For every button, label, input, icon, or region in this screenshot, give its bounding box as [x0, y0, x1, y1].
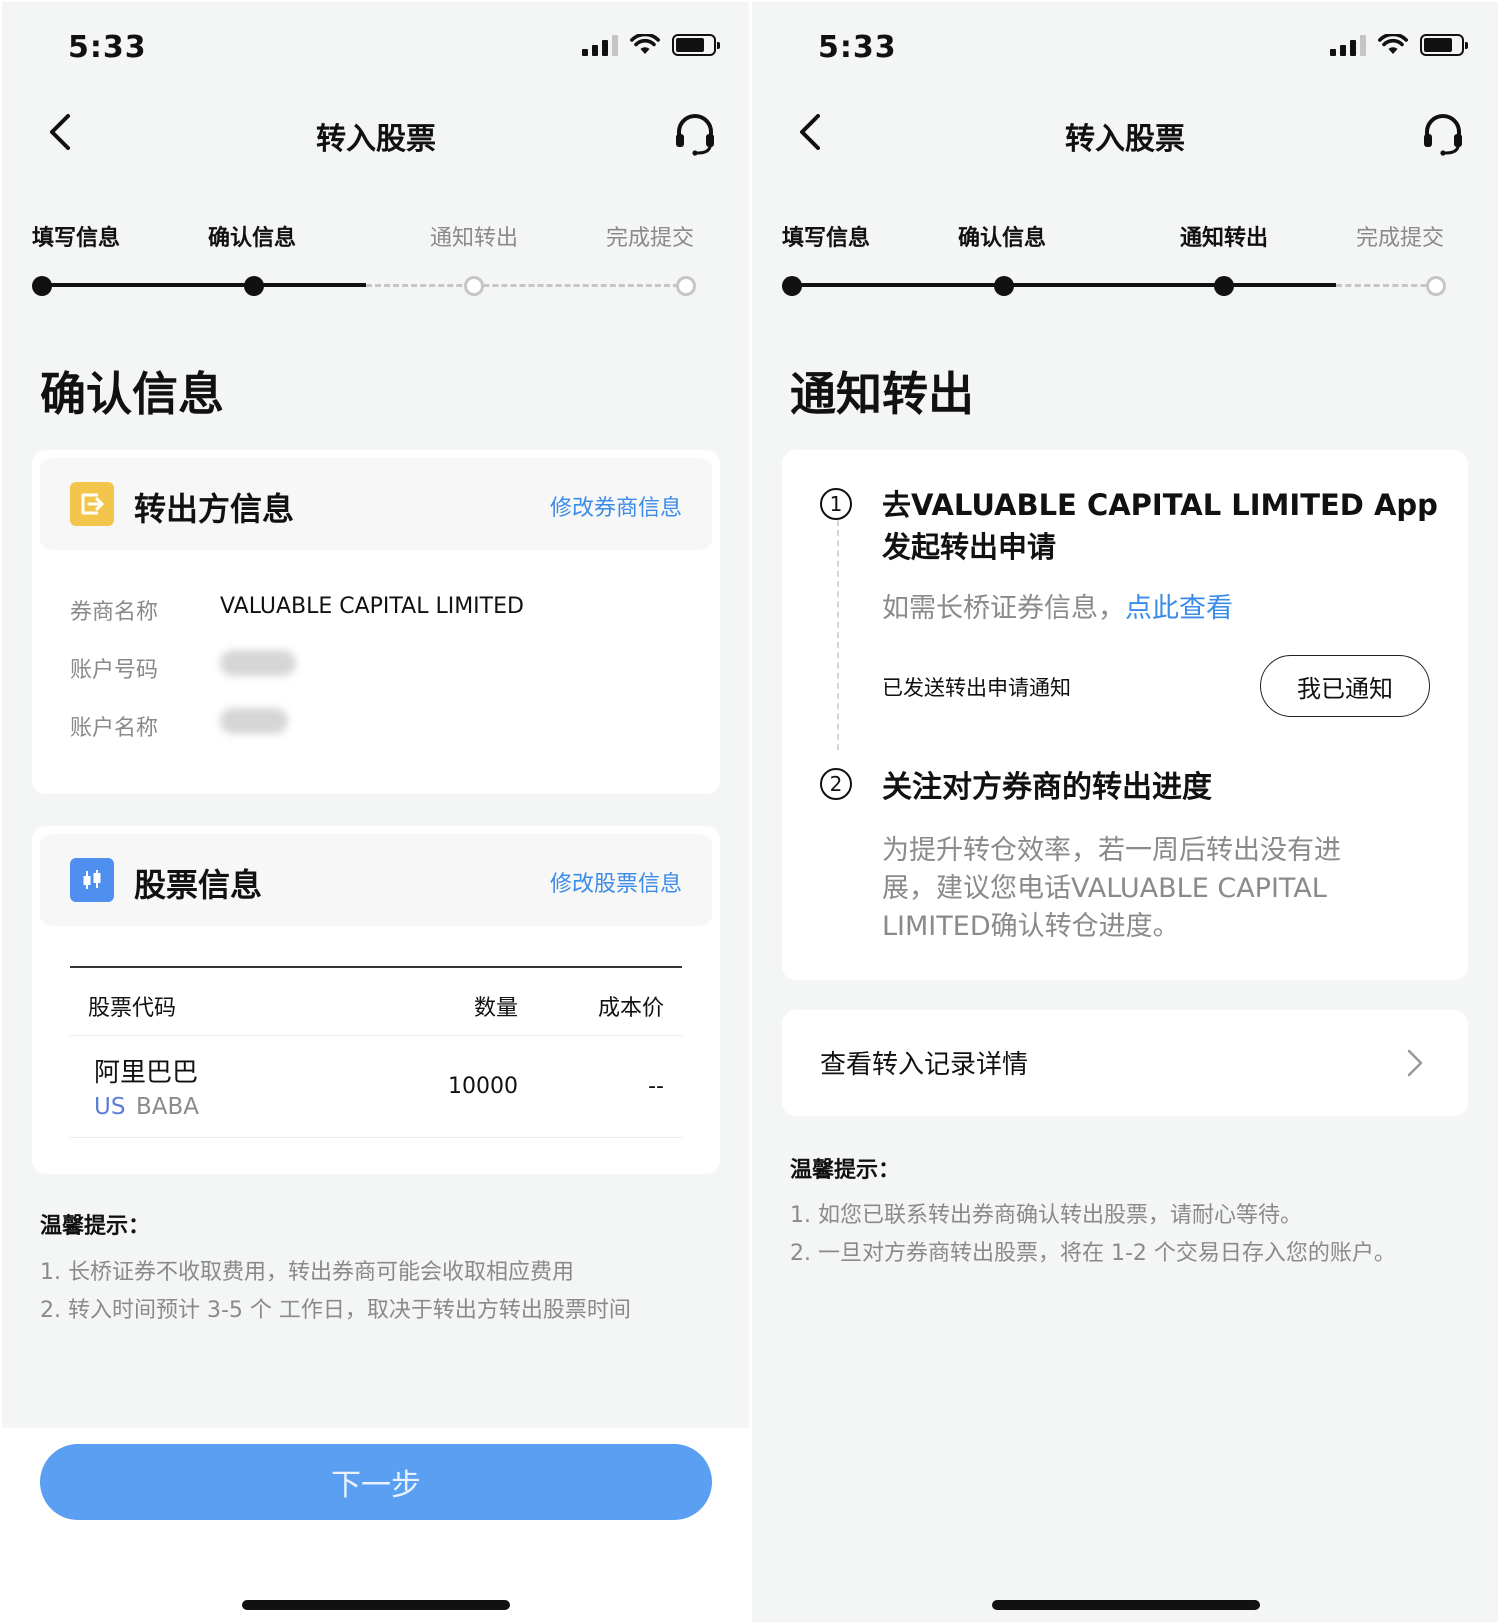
headset-icon[interactable]: [672, 110, 718, 156]
step-2-number: 2: [820, 768, 852, 800]
stock-info-card: 股票信息 修改股票信息 股票代码 数量 成本价 阿里巴巴 US BABA 100…: [32, 826, 720, 1174]
step-2-desc-line1: 为提升转仓效率，若一周后转出没有进: [882, 835, 1341, 866]
progress-dot-3: [464, 276, 484, 296]
table-row[interactable]: 阿里巴巴 US BABA 10000 --: [70, 1036, 682, 1138]
progress-dot-2: [244, 276, 264, 296]
transfer-record-label: 查看转入记录详情: [820, 1050, 1029, 1080]
step-1-hint: 如需长桥证券信息，点此查看: [882, 586, 1233, 625]
step-connector: [837, 520, 839, 750]
step-2-title: 关注对方券商的转出进度: [882, 770, 1212, 805]
wifi-icon: [1378, 34, 1408, 54]
progress-track-pending: [1336, 284, 1436, 287]
signal-icon: [1330, 34, 1366, 56]
tip-item-1: 1. 长桥证券不收取费用，转出券商可能会收取相应费用: [40, 1260, 574, 1285]
stock-table: 股票代码 数量 成本价 阿里巴巴 US BABA 10000 --: [70, 966, 682, 1142]
tip-item-2: 2. 一旦对方券商转出股票，将在 1-2 个交易日存入您的账户。: [790, 1241, 1396, 1266]
step-1-hint-text: 如需长桥证券信息，: [882, 593, 1125, 624]
status-time: 5:33: [818, 30, 897, 65]
export-icon: [70, 482, 114, 526]
page-title: 转入股票: [316, 122, 436, 157]
section-title: 通知转出: [790, 367, 974, 421]
notify-sent-label: 已发送转出申请通知: [882, 676, 1071, 700]
progress-dot-2: [994, 276, 1014, 296]
left-screen: 5:33 转入股票 填写信息 确认信息 通知转出 完成提交 确认信息 转出方信息…: [2, 2, 750, 1622]
progress-track-pending: [366, 284, 688, 287]
transfer-record-row[interactable]: 查看转入记录详情: [782, 1010, 1468, 1116]
stock-quantity: 10000: [448, 1074, 518, 1099]
transfer-from-card: 转出方信息 修改券商信息 券商名称 VALUABLE CAPITAL LIMIT…: [32, 450, 720, 794]
chevron-right-icon: [1407, 1049, 1423, 1077]
account-name-label: 账户名称: [70, 716, 159, 741]
progress-dot-1: [32, 276, 52, 296]
step-2-desc-line3: LIMITED确认转仓进度。: [882, 911, 1180, 942]
account-number-label: 账户号码: [70, 658, 159, 683]
candlestick-icon: [70, 858, 114, 902]
notified-button[interactable]: 我已通知: [1260, 655, 1430, 717]
edit-stock-link[interactable]: 修改股票信息: [550, 866, 682, 898]
home-indicator[interactable]: [992, 1600, 1260, 1610]
status-time: 5:33: [68, 30, 147, 65]
step-1-number: 1: [820, 488, 852, 520]
column-quantity: 数量: [473, 996, 518, 1021]
broker-name-value: VALUABLE CAPITAL LIMITED: [220, 594, 524, 619]
screenshot-frame: 5:33 转入股票 填写信息 确认信息 通知转出 完成提交 确认信息 转出方信息…: [0, 0, 1500, 1624]
step-label-notify-transfer: 通知转出: [430, 226, 519, 251]
progress-track-done: [792, 283, 1336, 287]
stock-info-card-header: 股票信息 修改股票信息: [40, 834, 712, 926]
wifi-icon: [630, 34, 660, 54]
signal-icon: [582, 34, 618, 56]
step-label-fill-info: 填写信息: [782, 226, 871, 251]
column-stock-code: 股票代码: [88, 996, 177, 1021]
right-screen: 5:33 转入股票 填写信息 确认信息 通知转出 完成提交 通知转出 1 去VA…: [752, 2, 1498, 1622]
notify-steps-card: 1 去VALUABLE CAPITAL LIMITED App 发起转出申请 如…: [782, 450, 1468, 980]
column-cost-price: 成本价: [597, 996, 664, 1021]
stock-market: US: [94, 1094, 126, 1120]
stock-cost-price: --: [648, 1074, 664, 1099]
transfer-from-card-header: 转出方信息 修改券商信息: [40, 458, 712, 550]
transfer-from-title: 转出方信息: [134, 490, 295, 528]
status-icons: [1330, 34, 1468, 56]
progress-track-done: [42, 283, 366, 287]
step-label-fill-info: 填写信息: [32, 226, 121, 251]
step-label-confirm-info: 确认信息: [958, 226, 1047, 251]
progress-dot-1: [782, 276, 802, 296]
bottom-bar: 下一步: [2, 1428, 750, 1622]
stock-info-title: 股票信息: [134, 866, 263, 904]
next-step-button[interactable]: 下一步: [40, 1444, 712, 1520]
battery-icon: [1420, 34, 1468, 56]
edit-broker-link[interactable]: 修改券商信息: [550, 490, 682, 522]
tips-title: 温馨提示：: [40, 1214, 151, 1239]
progress-dot-4: [676, 276, 696, 296]
home-indicator[interactable]: [242, 1600, 510, 1610]
battery-icon: [672, 34, 720, 56]
progress-dot-3: [1214, 276, 1234, 296]
stock-ticker: BABA: [136, 1094, 200, 1120]
step-label-complete-submit: 完成提交: [606, 226, 695, 251]
step-label-confirm-info: 确认信息: [208, 226, 297, 251]
tips-title: 温馨提示：: [790, 1158, 901, 1183]
nav-bar: 转入股票: [752, 106, 1498, 162]
status-icons: [582, 34, 720, 56]
tip-item-1: 1. 如您已联系转出券商确认转出股票，请耐心等待。: [790, 1203, 1302, 1228]
broker-name-label: 券商名称: [70, 600, 159, 625]
section-title: 确认信息: [40, 367, 224, 421]
account-name-blurred: [220, 708, 288, 734]
step-1-title-line2: 发起转出申请: [882, 530, 1057, 564]
stock-table-header: 股票代码 数量 成本价: [70, 966, 682, 1036]
page-title: 转入股票: [1065, 122, 1185, 157]
nav-bar: 转入股票: [2, 106, 750, 162]
step-2-desc-line2: 展，建议您电话VALUABLE CAPITAL: [882, 873, 1327, 904]
headset-icon[interactable]: [1420, 110, 1466, 156]
stock-name: 阿里巴巴: [94, 1058, 199, 1088]
step-1-title-line1: 去VALUABLE CAPITAL LIMITED App: [882, 488, 1438, 522]
tip-item-2: 2. 转入时间预计 3-5 个 工作日，取决于转出方转出股票时间: [40, 1298, 631, 1323]
account-number-blurred: [220, 650, 296, 676]
view-broker-info-link[interactable]: 点此查看: [1125, 593, 1233, 624]
step-label-notify-transfer: 通知转出: [1180, 226, 1269, 251]
step-label-complete-submit: 完成提交: [1356, 226, 1445, 251]
progress-dot-4: [1426, 276, 1446, 296]
